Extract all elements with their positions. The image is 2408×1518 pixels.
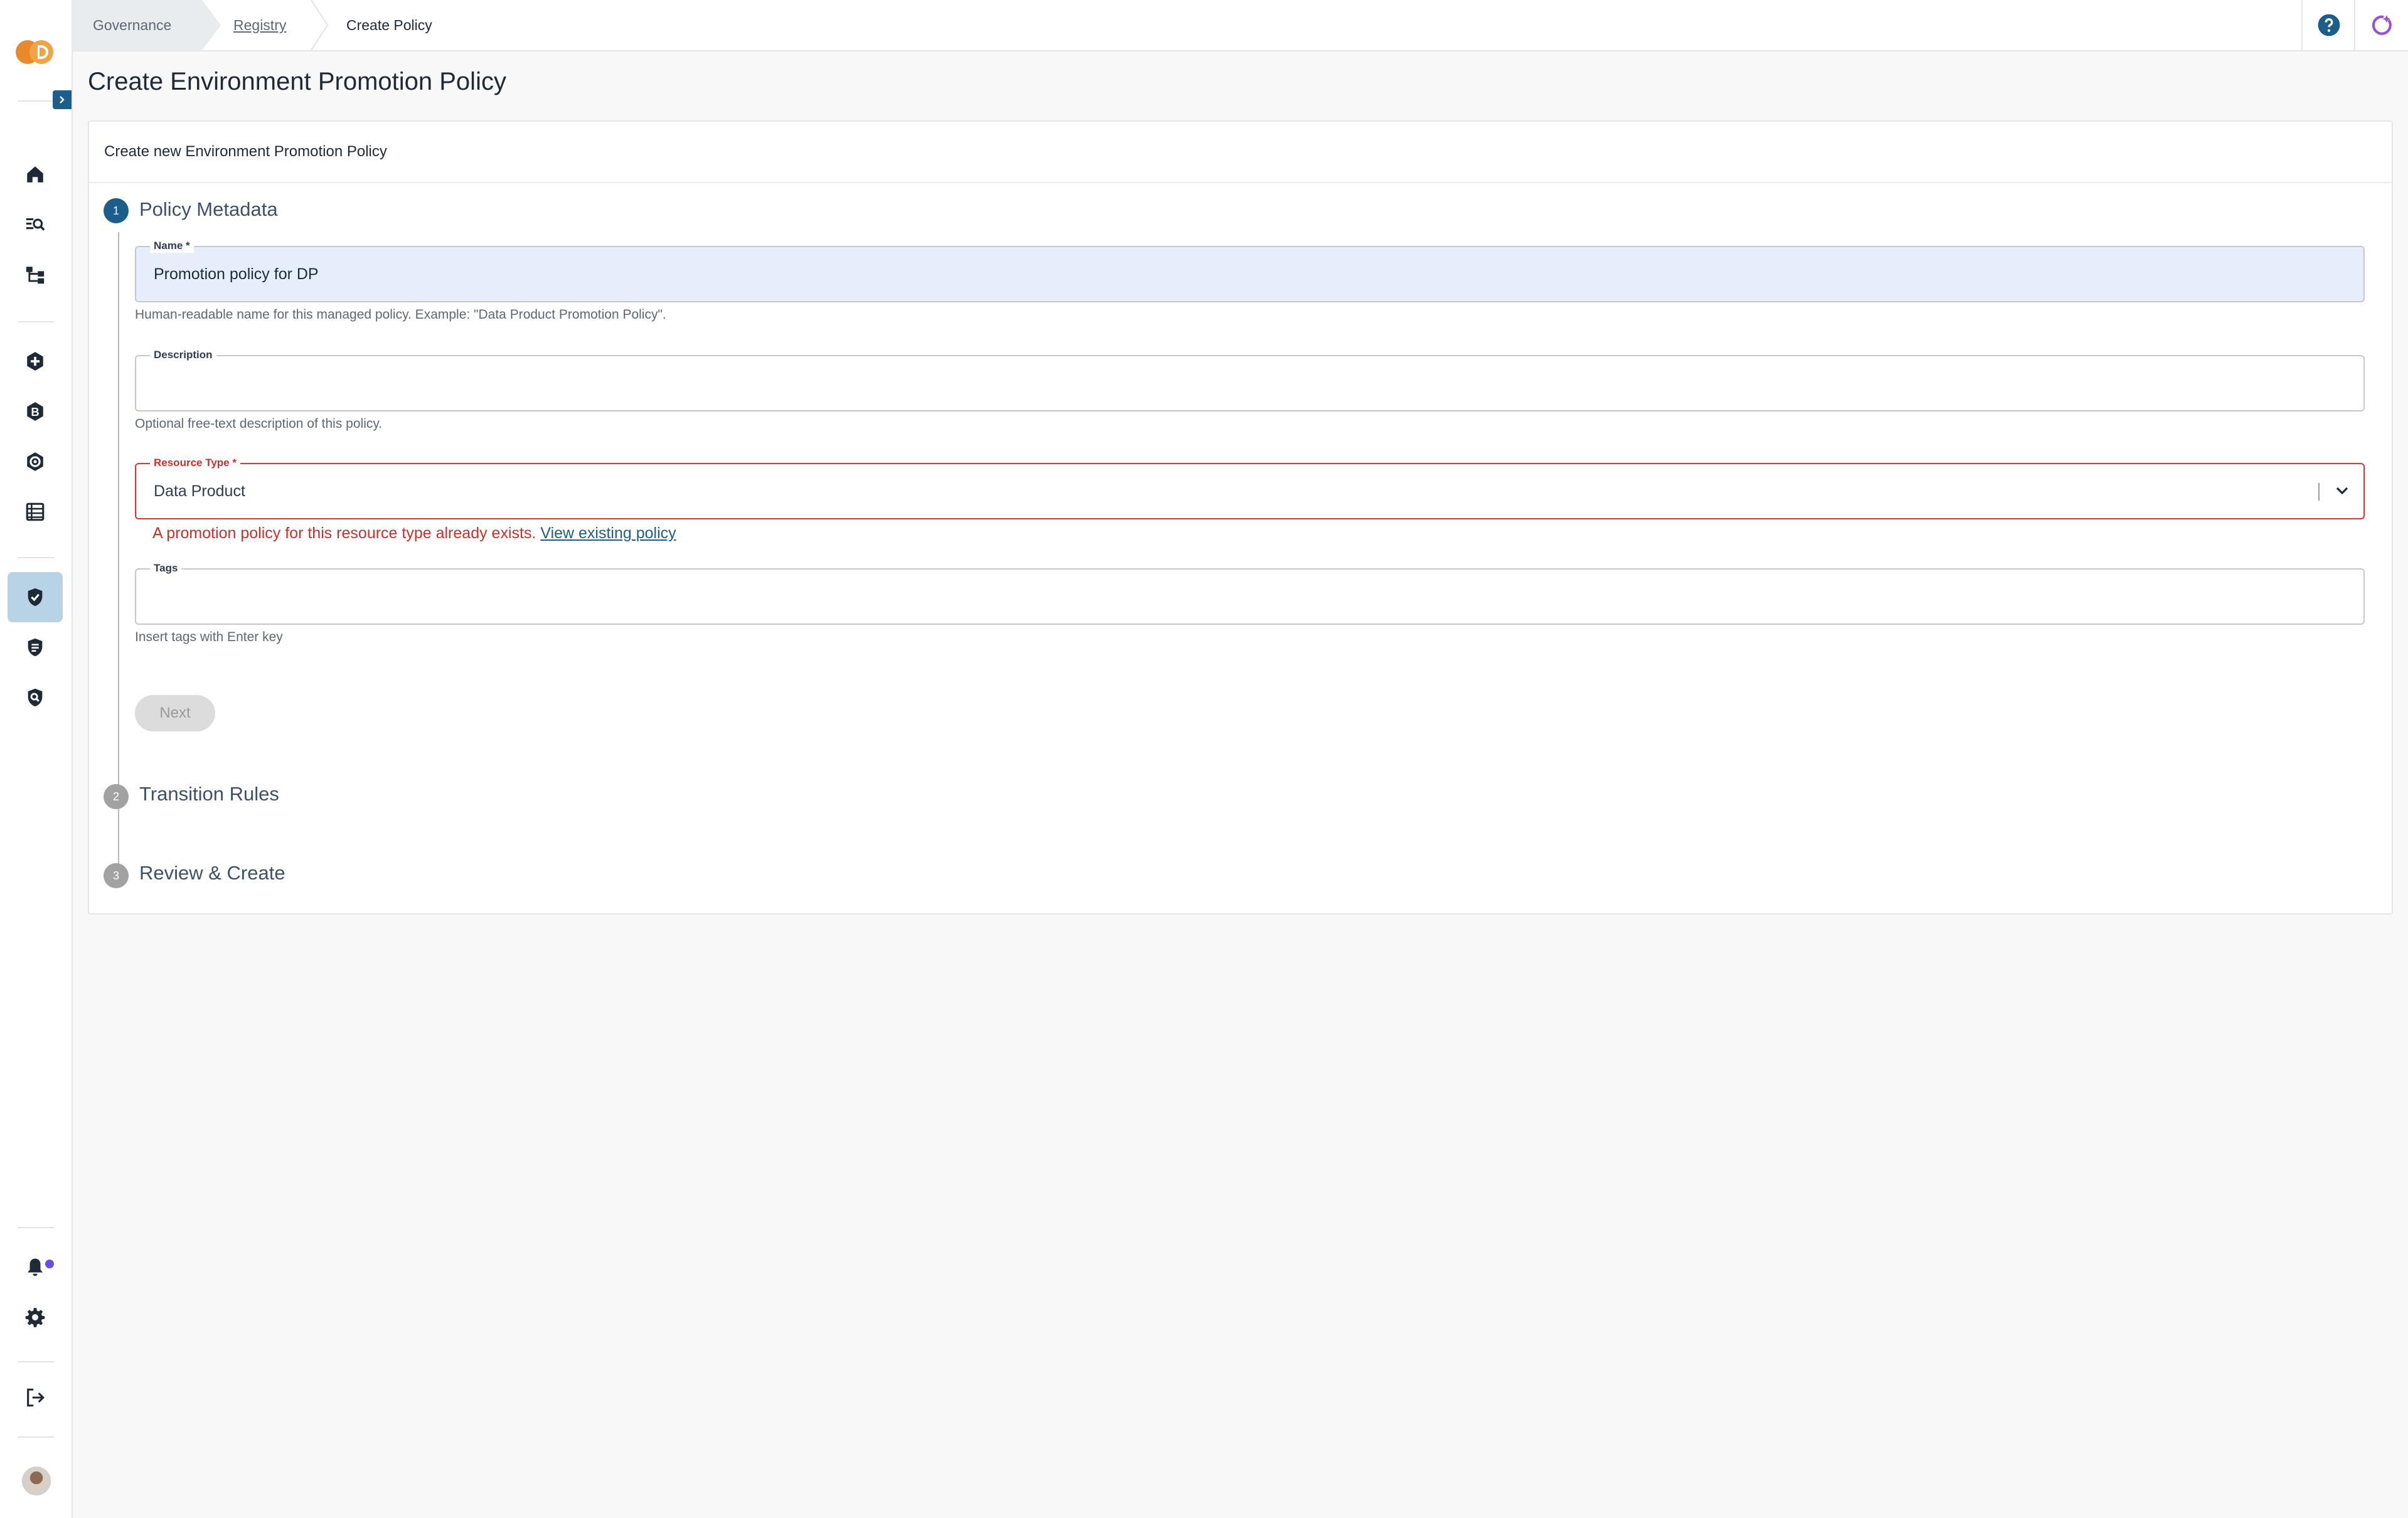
tags-field[interactable]: Tags — [135, 561, 2365, 625]
search-list-icon — [26, 218, 45, 231]
sidebar-item-shield-list[interactable] — [8, 622, 63, 672]
assistant-icon — [2372, 15, 2392, 35]
tags-helper-text: Insert tags with Enter key — [135, 630, 283, 644]
table-icon — [26, 502, 45, 521]
description-field[interactable]: Description — [135, 348, 2365, 411]
sidebar-item-logout[interactable] — [8, 1372, 63, 1423]
next-button[interactable]: Next — [135, 695, 215, 731]
plus-hexagon-icon — [27, 352, 43, 371]
top-bar: Governance Registry Create Policy — [72, 0, 2408, 51]
assistant-button[interactable] — [2354, 0, 2408, 50]
sidebar-item-target[interactable] — [8, 437, 63, 487]
sidebar-item-settings[interactable] — [8, 1292, 63, 1342]
name-field[interactable]: Name * Promotion policy for DP — [135, 239, 2365, 302]
sidebar: B — [0, 0, 73, 1518]
card-header: Create new Environment Promotion Policy — [89, 122, 2392, 183]
logout-icon — [27, 1388, 45, 1407]
shield-list-icon — [28, 638, 43, 657]
sidebar-divider — [18, 100, 54, 102]
resource-type-value[interactable]: Data Product — [154, 464, 245, 518]
sidebar-item-policies[interactable] — [8, 572, 63, 622]
help-button[interactable] — [2301, 0, 2355, 50]
sidebar-item-b[interactable]: B — [8, 386, 63, 437]
description-helper-text: Optional free-text description of this p… — [135, 417, 383, 431]
name-helper-text: Human-readable name for this managed pol… — [135, 307, 666, 322]
help-icon — [2318, 14, 2340, 36]
policy-form-card: Create new Environment Promotion Policy … — [88, 120, 2393, 915]
resource-type-error: A promotion policy for this resource typ… — [152, 524, 676, 543]
sidebar-item-table[interactable] — [8, 487, 63, 537]
breadcrumb-separator — [311, 0, 329, 50]
step-1-indicator: 1 — [104, 198, 129, 223]
sidebar-divider — [18, 1436, 54, 1438]
step-connector — [118, 823, 119, 854]
page-title: Create Environment Promotion Policy — [88, 68, 506, 95]
sidebar-item-home[interactable] — [8, 149, 63, 199]
step-1-title[interactable]: Policy Metadata — [139, 198, 278, 221]
description-label: Description — [150, 348, 216, 362]
breadcrumb-governance[interactable]: Governance — [72, 0, 202, 50]
sidebar-item-hierarchy[interactable] — [8, 250, 63, 300]
breadcrumb-separator — [202, 0, 221, 50]
sidebar-divider — [18, 321, 54, 322]
breadcrumb-current: Create Policy — [346, 16, 432, 33]
breadcrumb-registry[interactable]: Registry — [233, 0, 286, 50]
app-logo[interactable] — [14, 36, 58, 68]
sidebar-item-search[interactable] — [8, 199, 63, 250]
step-3-indicator: 3 — [104, 863, 129, 888]
select-divider — [2318, 483, 2320, 501]
home-icon — [27, 166, 43, 183]
target-hexagon-icon — [27, 452, 43, 471]
tags-label: Tags — [150, 561, 182, 575]
step-3-title[interactable]: Review & Create — [139, 862, 285, 884]
hierarchy-icon — [26, 267, 45, 284]
shield-search-icon — [28, 688, 43, 707]
step-2-title[interactable]: Transition Rules — [139, 783, 279, 805]
resource-type-select[interactable]: Resource Type * Data Product — [135, 456, 2365, 519]
sidebar-expand-button[interactable] — [53, 90, 72, 109]
name-input[interactable]: Promotion policy for DP — [154, 247, 319, 301]
bell-icon — [27, 1258, 43, 1276]
shield-check-icon — [28, 588, 43, 607]
sidebar-divider — [18, 1227, 54, 1228]
sidebar-divider — [18, 1361, 54, 1362]
resource-type-error-text: A promotion policy for this resource typ… — [152, 524, 536, 542]
sidebar-divider — [18, 557, 54, 558]
sidebar-item-shield-search[interactable] — [8, 672, 63, 723]
gear-icon — [25, 1308, 45, 1327]
sidebar-item-create[interactable] — [8, 336, 63, 386]
user-avatar[interactable] — [22, 1467, 51, 1495]
chevron-down-icon[interactable] — [2332, 480, 2352, 501]
svg-text:B: B — [31, 405, 39, 418]
step-2-indicator: 2 — [104, 784, 129, 809]
notification-dot — [45, 1260, 54, 1268]
view-existing-policy-link[interactable]: View existing policy — [540, 524, 676, 542]
b-hexagon-icon: B — [27, 402, 43, 421]
chevron-right-icon — [60, 96, 65, 104]
sidebar-item-notifications[interactable] — [8, 1242, 63, 1292]
